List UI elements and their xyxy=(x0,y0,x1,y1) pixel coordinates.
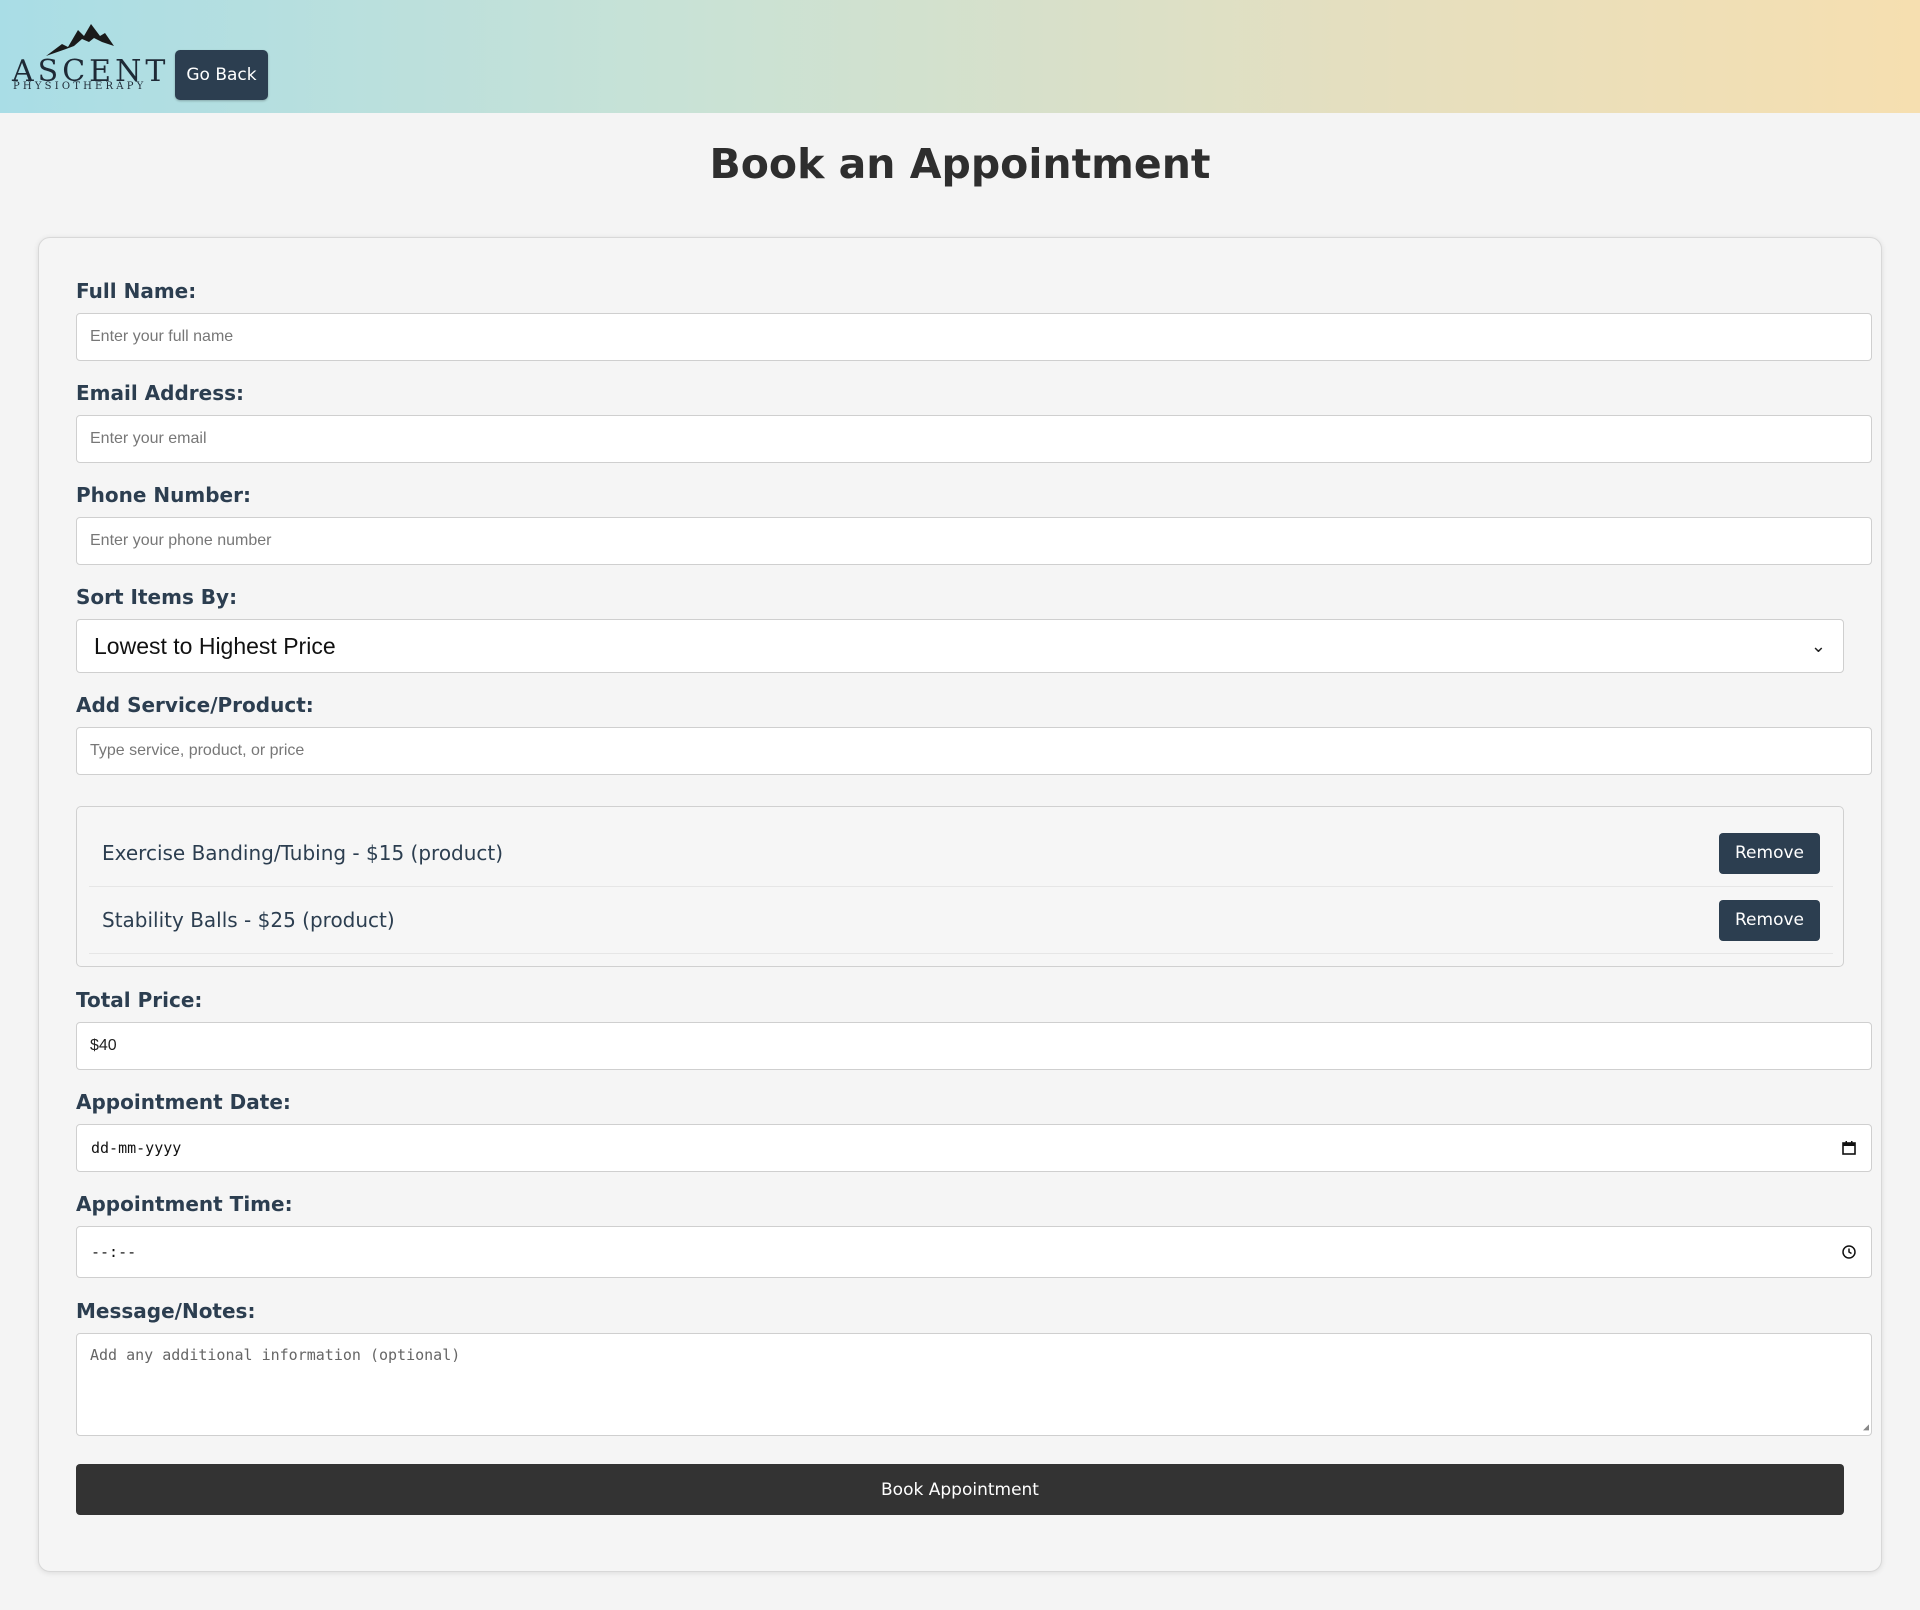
remove-item-button[interactable]: Remove xyxy=(1719,832,1820,874)
remove-item-button[interactable]: Remove xyxy=(1719,899,1820,941)
item-text: Exercise Banding/Tubing - $15 (product) xyxy=(102,841,504,865)
clock-icon[interactable] xyxy=(1841,1244,1857,1260)
full-name-label: Full Name: xyxy=(76,279,197,303)
total-price-field xyxy=(76,1022,1872,1070)
total-price-label: Total Price: xyxy=(76,988,203,1012)
resize-grip-icon[interactable]: ◢ xyxy=(1863,1422,1869,1433)
list-item: Exercise Banding/Tubing - $15 (product) … xyxy=(89,820,1833,887)
full-name-input[interactable] xyxy=(76,313,1872,361)
chevron-down-icon: ⌄ xyxy=(1810,635,1826,656)
selected-items-list: Exercise Banding/Tubing - $15 (product) … xyxy=(76,806,1844,967)
mountain-logo-icon xyxy=(46,24,114,56)
book-appointment-button[interactable]: Book Appointment xyxy=(76,1464,1844,1515)
logo-subtext: PHYSIOTHERAPY xyxy=(13,81,147,92)
sort-select[interactable]: Lowest to Highest Price ⌄ xyxy=(76,619,1844,673)
go-back-button[interactable]: Go Back xyxy=(175,50,268,100)
sort-label: Sort Items By: xyxy=(76,585,238,609)
page-title: Book an Appointment xyxy=(709,140,1211,188)
site-header: ASCENT PHYSIOTHERAPY Go Back xyxy=(0,0,1920,113)
phone-label: Phone Number: xyxy=(76,483,251,507)
item-text: Stability Balls - $25 (product) xyxy=(102,908,395,932)
date-label: Appointment Date: xyxy=(76,1090,291,1114)
list-item: Stability Balls - $25 (product) Remove xyxy=(89,887,1833,954)
time-placeholder: --:-- xyxy=(91,1243,137,1261)
date-input[interactable]: dd-mm-yyyy xyxy=(76,1124,1872,1172)
date-placeholder: dd-mm-yyyy xyxy=(91,1139,182,1157)
ascent-logo[interactable]: ASCENT PHYSIOTHERAPY xyxy=(12,16,165,94)
sort-selected-value: Lowest to Highest Price xyxy=(94,632,336,659)
notes-textarea[interactable]: Add any additional information (optional… xyxy=(76,1333,1872,1436)
booking-form: Full Name: Email Address: Phone Number: … xyxy=(38,237,1882,1572)
email-label: Email Address: xyxy=(76,381,245,405)
notes-placeholder: Add any additional information (optional… xyxy=(90,1346,461,1364)
add-item-label: Add Service/Product: xyxy=(76,693,314,717)
notes-label: Message/Notes: xyxy=(76,1299,256,1323)
time-input[interactable]: --:-- xyxy=(76,1226,1872,1278)
calendar-icon[interactable] xyxy=(1841,1140,1857,1156)
time-label: Appointment Time: xyxy=(76,1192,293,1216)
phone-input[interactable] xyxy=(76,517,1872,565)
add-item-input[interactable] xyxy=(76,727,1872,775)
email-input[interactable] xyxy=(76,415,1872,463)
